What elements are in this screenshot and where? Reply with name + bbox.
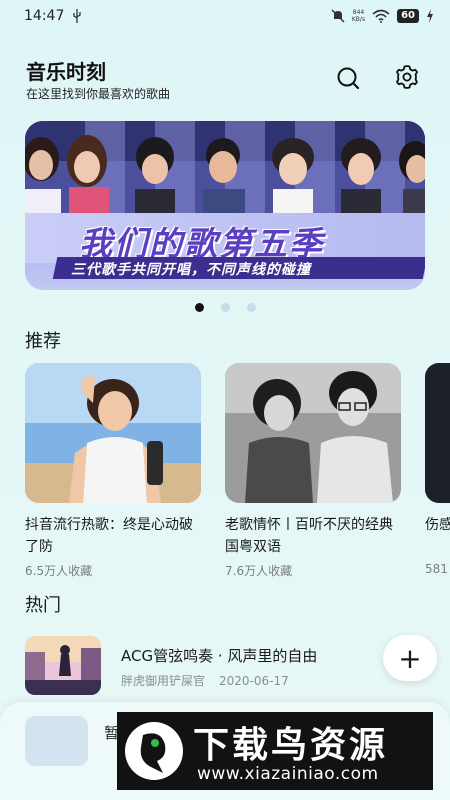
recommend-count: 581 — [425, 562, 448, 576]
search-button[interactable] — [334, 64, 362, 92]
recommend-title: 老歌情怀丨百听不厌的经典国粤双语 — [225, 517, 393, 555]
hot-cover — [25, 636, 101, 695]
watermark: 下载鸟资源 www.xiazainiao.com — [117, 712, 433, 790]
section-title-recommend: 推荐 — [25, 331, 61, 352]
recommend-title: 抖音流行热歌：终是心动破了防 — [25, 517, 193, 555]
section-title-hot: 热门 — [25, 595, 61, 616]
hot-date: 2020-06-17 — [219, 674, 289, 688]
plus-icon: + — [398, 641, 422, 675]
watermark-text: 下载鸟资源 — [193, 725, 389, 766]
recommend-card[interactable]: 伤感记得 581 — [425, 363, 450, 576]
carousel-indicator — [195, 303, 256, 312]
page-subtitle: 在这里找到你最喜欢的歌曲 — [26, 87, 171, 101]
watermark-url: www.xiazainiao.com — [197, 764, 379, 784]
recommend-cover — [425, 363, 450, 503]
hot-meta: 胖虎御用铲屎官 2020-06-17 — [121, 672, 289, 689]
banner-subtitle: 三代歌手共同开唱，不同声线的碰撞 — [71, 262, 311, 278]
recommend-title: 伤感记得 — [425, 517, 450, 533]
search-icon — [337, 67, 360, 90]
hot-list-item[interactable]: ACG管弦鸣奏 · 风声里的自由 胖虎御用铲屎官 2020-06-17 — [25, 636, 425, 696]
carousel-dot-active[interactable] — [195, 303, 204, 312]
mute-icon — [331, 9, 345, 23]
page-title: 音乐时刻 — [26, 60, 106, 84]
player-thumbnail — [25, 716, 88, 766]
net-speed: 844 KB/s — [352, 9, 365, 23]
net-speed-unit: KB/s — [351, 16, 366, 23]
recommend-count: 6.5万人收藏 — [25, 564, 93, 578]
usb-icon — [73, 9, 81, 23]
recommend-card[interactable]: 老歌情怀丨百听不厌的经典国粤双语 7.6万人收藏 — [225, 363, 401, 579]
status-right: 844 KB/s 60 — [331, 7, 434, 25]
recommend-count: 7.6万人收藏 — [225, 564, 293, 578]
recommend-cover — [25, 363, 201, 503]
status-time: 14:47 — [24, 8, 65, 24]
net-speed-value: 844 — [352, 9, 365, 16]
gear-icon — [396, 65, 418, 89]
status-bar: 14:47 844 KB/s 60 — [0, 0, 450, 34]
add-button[interactable]: + — [383, 635, 437, 681]
wifi-icon — [372, 9, 390, 23]
hot-title: ACG管弦鸣奏 · 风声里的自由 — [121, 647, 318, 665]
bird-logo-icon — [125, 722, 183, 780]
charging-icon — [427, 9, 433, 23]
banner-image — [25, 121, 425, 221]
banner-carousel[interactable]: 我们的歌第五季 三代歌手共同开唱，不同声线的碰撞 — [25, 121, 425, 290]
battery-level: 60 — [397, 9, 419, 23]
carousel-dot[interactable] — [247, 303, 256, 312]
carousel-dot[interactable] — [221, 303, 230, 312]
recommend-card[interactable]: 抖音流行热歌：终是心动破了防 6.5万人收藏 — [25, 363, 201, 579]
recommend-cover — [225, 363, 401, 503]
hot-author: 胖虎御用铲屎官 — [121, 674, 206, 688]
recommend-list: 抖音流行热歌：终是心动破了防 6.5万人收藏 老歌情怀丨百听不厌的经典国粤双语 … — [25, 363, 450, 583]
settings-button[interactable] — [393, 63, 421, 91]
